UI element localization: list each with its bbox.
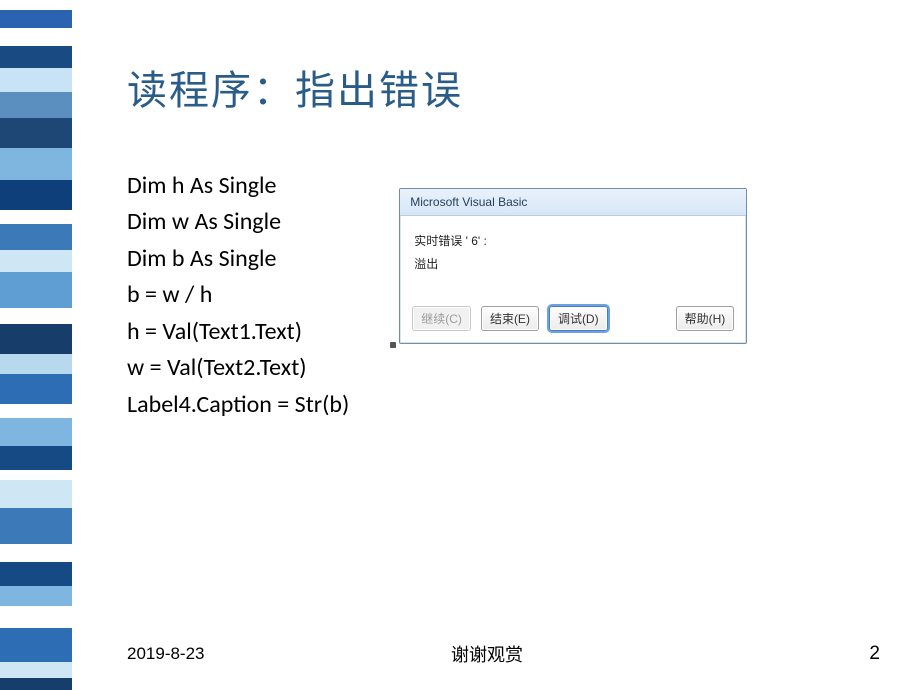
footer-page-number: 2 (869, 643, 880, 665)
end-button[interactable]: 结束(E) (481, 306, 539, 331)
stripe (0, 404, 72, 418)
stripe (0, 250, 72, 272)
stripe (0, 46, 72, 68)
help-button[interactable]: 帮助(H) (676, 306, 735, 331)
slide-content: 读程序：指出错误 Dim h As Single Dim w As Single… (72, 0, 920, 690)
decorative-stripes (0, 0, 72, 690)
code-block: Dim h As Single Dim w As Single Dim b As… (127, 168, 349, 423)
debug-button[interactable]: 调试(D) (549, 306, 608, 331)
stripe (0, 224, 72, 250)
stripe (0, 272, 72, 308)
stripe (0, 0, 72, 10)
slide-body: Dim h As Single Dim w As Single Dim b As… (127, 168, 880, 423)
dialog-buttons: 继续(C) 结束(E) 调试(D) 帮助(H) (400, 296, 746, 343)
dialog-body: 实时错误 ' 6' : 溢出 (400, 216, 746, 296)
stripe (0, 628, 72, 662)
stripe (0, 418, 72, 446)
stripe (0, 28, 72, 46)
stripe (0, 210, 72, 224)
stripe (0, 118, 72, 148)
error-message: 溢出 (414, 253, 732, 276)
stripe (0, 662, 72, 678)
stripe (0, 308, 72, 324)
stripe (0, 480, 72, 508)
stripe (0, 148, 72, 180)
stripe (0, 92, 72, 118)
stripe (0, 446, 72, 470)
stripe (0, 180, 72, 210)
stripe (0, 374, 72, 404)
vb-error-dialog: Microsoft Visual Basic 实时错误 ' 6' : 溢出 继续… (399, 188, 747, 344)
dialog-title: Microsoft Visual Basic (400, 189, 746, 216)
stripe (0, 678, 72, 690)
continue-button: 继续(C) (412, 306, 471, 331)
stripe (0, 10, 72, 28)
stripe (0, 606, 72, 628)
footer-center: 谢谢观赏 (451, 641, 523, 667)
slide-footer: 2019-8-23 谢谢观赏 2 (72, 644, 902, 664)
stripe (0, 68, 72, 92)
stripe (0, 508, 72, 544)
bullet-marker (390, 342, 396, 348)
error-code-line: 实时错误 ' 6' : (414, 230, 732, 253)
stripe (0, 354, 72, 374)
stripe (0, 586, 72, 606)
footer-date: 2019-8-23 (127, 644, 205, 664)
stripe (0, 544, 72, 562)
stripe (0, 470, 72, 480)
stripe (0, 562, 72, 586)
slide-title: 读程序：指出错误 (127, 58, 880, 116)
stripe (0, 324, 72, 354)
